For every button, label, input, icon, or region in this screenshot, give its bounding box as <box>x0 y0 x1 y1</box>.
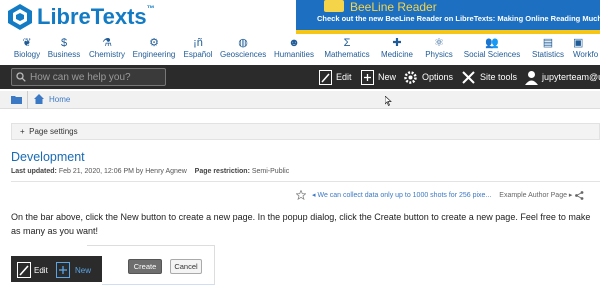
subject-workforce[interactable]: ▣ Workfo <box>573 37 600 64</box>
page-title: Development <box>11 150 85 164</box>
options-label: Options <box>422 72 454 82</box>
subject-physics[interactable]: ⚛ Physics <box>422 37 456 64</box>
plus-icon: + <box>20 127 25 136</box>
subject-social-sciences[interactable]: 👥 Social Sciences <box>461 37 523 64</box>
breadcrumb-divider <box>27 91 28 109</box>
page-settings-label: Page settings <box>29 127 78 136</box>
page-meta: Last updated: Feb 21, 2020, 12:06 PM by … <box>11 168 290 175</box>
subject-humanities[interactable]: ☻ Humanities <box>271 37 317 64</box>
user-label: jupyterteam@uc <box>542 72 600 82</box>
subject-espanol[interactable]: ¡ñ Español <box>181 37 215 64</box>
head-icon: ☻ <box>288 37 300 49</box>
subject-biology[interactable]: ❦ Biology <box>12 37 42 64</box>
page-body: On the bar above, click the New button t… <box>11 212 591 236</box>
illustration-border <box>87 245 215 246</box>
options-button[interactable]: Options <box>403 67 453 87</box>
site-tools-button[interactable]: Site tools <box>461 67 517 87</box>
subject-mathematics[interactable]: Σ Mathematics <box>322 37 372 64</box>
site-header: LibreTexts™ BeeLine Reader Check out the… <box>0 0 600 36</box>
subject-nav: ❦ Biology $ Business ⚗ Chemistry ⚙ Engineeri… <box>0 37 600 64</box>
mouse-cursor-icon <box>385 96 392 106</box>
subject-medicine[interactable]: ✚ Medicine <box>377 37 417 64</box>
globe-icon: ◍ <box>238 37 248 49</box>
tools-icon <box>462 70 475 84</box>
banner-title[interactable]: BeeLine Reader <box>350 0 437 14</box>
site-tools-label: Site tools <box>480 72 518 82</box>
page-settings-toggle[interactable]: + Page settings <box>11 123 600 140</box>
user-icon <box>525 70 538 85</box>
folder-icon[interactable] <box>11 95 22 104</box>
edit-icon <box>17 262 31 278</box>
edit-button[interactable]: Edit <box>319 67 352 87</box>
libretexts-logo-icon <box>8 4 32 30</box>
illustration-create-button: Create <box>128 259 162 274</box>
subject-engineering[interactable]: ⚙ Engineering <box>132 37 176 64</box>
new-button[interactable]: New <box>361 67 396 87</box>
template-link[interactable]: Example Author Page ▸ <box>499 191 572 199</box>
brand-name: LibreTexts™ <box>37 4 155 29</box>
edit-label: Edit <box>336 72 352 82</box>
search-input[interactable] <box>30 71 160 83</box>
spanish-icon: ¡ñ <box>193 37 203 49</box>
chart-icon: ▤ <box>542 37 554 49</box>
edit-icon <box>319 69 332 85</box>
flask-icon: ⚗ <box>102 37 112 49</box>
new-page-icon <box>361 69 374 85</box>
share-icon[interactable] <box>575 190 584 200</box>
illustration-edit: Edit <box>17 262 48 278</box>
illustration-new: New <box>56 262 91 278</box>
gears-icon: ⚙ <box>149 37 159 49</box>
people-icon: 👥 <box>485 37 499 49</box>
search-box <box>11 68 166 86</box>
illustration-border <box>214 245 215 285</box>
illustration-cancel-button: Cancel <box>170 259 202 274</box>
leaf-icon: ❦ <box>22 37 32 49</box>
subject-chemistry[interactable]: ⚗ Chemistry <box>87 37 127 64</box>
user-menu[interactable]: jupyterteam@uc <box>525 67 600 87</box>
cross-icon: ✚ <box>392 37 402 49</box>
search-icon <box>16 72 26 82</box>
beeline-badge-icon <box>324 0 344 12</box>
libretexts-page: LibreTexts™ BeeLine Reader Check out the… <box>0 0 600 294</box>
editor-toolbar: Edit New Options Site tools <box>0 65 600 89</box>
subject-business[interactable]: $ Business <box>46 37 82 64</box>
breadcrumb-home-label: Home <box>49 94 71 104</box>
banner-subtitle[interactable]: Check out the new BeeLine Reader on Libr… <box>317 14 600 23</box>
atom-icon: ⚛ <box>434 37 444 49</box>
breadcrumb-home[interactable]: Home <box>34 94 70 104</box>
breadcrumb: Home <box>0 91 600 109</box>
libretexts-logo[interactable]: LibreTexts™ <box>6 3 155 31</box>
new-label: New <box>378 72 397 82</box>
sigma-icon: Σ <box>343 37 351 49</box>
notice-link[interactable]: ◂ We can collect data only up to 1000 sh… <box>312 191 491 199</box>
star-icon[interactable] <box>296 190 306 200</box>
home-icon <box>34 94 44 104</box>
subject-geosciences[interactable]: ◍ Geosciences <box>220 37 266 64</box>
subject-statistics[interactable]: ▤ Statistics <box>528 37 568 64</box>
new-page-icon <box>56 262 70 278</box>
instruction-illustration: Edit New Create Cancel <box>11 245 215 285</box>
briefcase-icon: ▣ <box>573 37 584 49</box>
dollar-icon: $ <box>60 37 68 49</box>
page-actions-row: ◂ We can collect data only up to 1000 sh… <box>296 188 584 202</box>
banner-stripe <box>296 30 600 34</box>
illustration-border <box>102 284 215 285</box>
title-divider <box>11 181 600 182</box>
gear-icon <box>404 70 417 84</box>
last-updated: Feb 21, 2020, 12:06 PM by Henry Agnew <box>58 168 187 175</box>
page-restriction: Semi-Public <box>251 168 290 175</box>
